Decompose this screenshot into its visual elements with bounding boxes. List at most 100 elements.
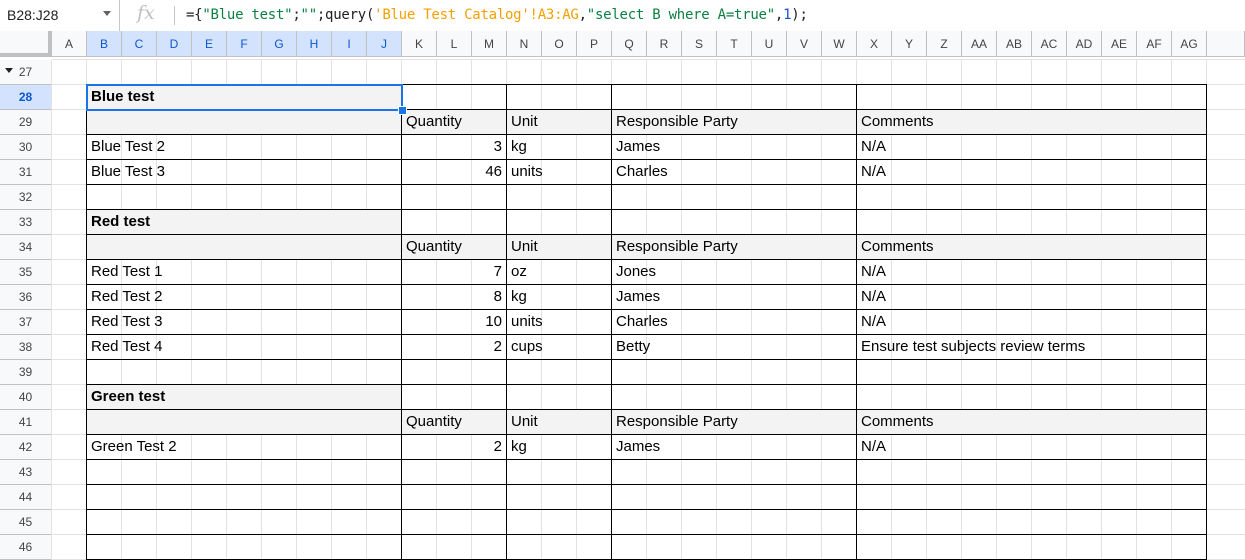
column-header-ad[interactable]: AD bbox=[1067, 31, 1102, 57]
row-header-39[interactable]: 39 bbox=[0, 360, 52, 385]
comments-cell[interactable]: N/A bbox=[856, 159, 1207, 185]
column-label-quantity[interactable]: Quantity bbox=[401, 109, 507, 135]
table-cell[interactable] bbox=[86, 459, 402, 485]
column-header-v[interactable]: V bbox=[787, 31, 822, 57]
table-cell[interactable] bbox=[611, 459, 857, 485]
item-name-cell[interactable]: Red Test 1 bbox=[86, 259, 402, 285]
column-label-quantity[interactable]: Quantity bbox=[401, 234, 507, 260]
table-cell[interactable] bbox=[856, 359, 1207, 385]
table-cell[interactable] bbox=[856, 209, 1207, 235]
collapse-caret-icon[interactable] bbox=[5, 68, 13, 73]
table-cell[interactable] bbox=[611, 359, 857, 385]
quantity-cell[interactable]: 3 bbox=[401, 134, 507, 160]
quantity-cell[interactable]: 7 bbox=[401, 259, 507, 285]
column-header-d[interactable]: D bbox=[157, 31, 192, 57]
table-cell[interactable] bbox=[611, 534, 857, 560]
table-cell[interactable] bbox=[611, 84, 857, 110]
column-header-l[interactable]: L bbox=[437, 31, 472, 57]
column-header-j[interactable]: J bbox=[367, 31, 402, 57]
row-header-44[interactable]: 44 bbox=[0, 485, 52, 510]
table-cell[interactable] bbox=[506, 209, 612, 235]
table-cell[interactable] bbox=[856, 509, 1207, 535]
table-cell[interactable] bbox=[611, 209, 857, 235]
column-header-h[interactable]: H bbox=[297, 31, 332, 57]
row-header-43[interactable]: 43 bbox=[0, 460, 52, 485]
column-header-c[interactable]: C bbox=[122, 31, 157, 57]
table-cell[interactable] bbox=[401, 184, 507, 210]
column-label-unit[interactable]: Unit bbox=[506, 409, 612, 435]
unit-cell[interactable]: oz bbox=[506, 259, 612, 285]
responsible-party-cell[interactable]: Charles bbox=[611, 309, 857, 335]
row-header-30[interactable]: 30 bbox=[0, 135, 52, 160]
name-box[interactable]: B28:J28 bbox=[0, 0, 120, 31]
column-label-quantity[interactable]: Quantity bbox=[401, 409, 507, 435]
table-cell[interactable] bbox=[401, 384, 507, 410]
row-header-41[interactable]: 41 bbox=[0, 410, 52, 435]
quantity-cell[interactable]: 46 bbox=[401, 159, 507, 185]
column-header-i[interactable]: I bbox=[332, 31, 367, 57]
row-header-45[interactable]: 45 bbox=[0, 510, 52, 535]
item-name-cell[interactable]: Blue Test 3 bbox=[86, 159, 402, 185]
column-label-responsible-party[interactable]: Responsible Party bbox=[611, 234, 857, 260]
table-cell[interactable] bbox=[401, 359, 507, 385]
comments-cell[interactable]: N/A bbox=[856, 434, 1207, 460]
comments-cell[interactable]: N/A bbox=[856, 284, 1207, 310]
table-cell[interactable] bbox=[86, 184, 402, 210]
responsible-party-cell[interactable]: Jones bbox=[611, 259, 857, 285]
table-cell[interactable] bbox=[86, 234, 402, 260]
column-header-ae[interactable]: AE bbox=[1102, 31, 1137, 57]
column-label-unit[interactable]: Unit bbox=[506, 109, 612, 135]
table-cell[interactable] bbox=[506, 509, 612, 535]
responsible-party-cell[interactable]: James bbox=[611, 434, 857, 460]
column-header-ab[interactable]: AB bbox=[997, 31, 1032, 57]
unit-cell[interactable]: units bbox=[506, 159, 612, 185]
table-cell[interactable] bbox=[86, 109, 402, 135]
chevron-down-icon[interactable] bbox=[103, 11, 111, 16]
row-header-33[interactable]: 33 bbox=[0, 210, 52, 235]
fill-handle[interactable] bbox=[398, 106, 407, 115]
item-name-cell[interactable]: Red Test 4 bbox=[86, 334, 402, 360]
row-header-31[interactable]: 31 bbox=[0, 160, 52, 185]
column-header-s[interactable]: S bbox=[682, 31, 717, 57]
table-cell[interactable] bbox=[401, 84, 507, 110]
section-title-cell[interactable]: Blue test bbox=[86, 84, 402, 110]
table-cell[interactable] bbox=[401, 459, 507, 485]
column-label-unit[interactable]: Unit bbox=[506, 234, 612, 260]
column-header-u[interactable]: U bbox=[752, 31, 787, 57]
row-header-42[interactable]: 42 bbox=[0, 435, 52, 460]
column-header-p[interactable]: P bbox=[577, 31, 612, 57]
table-cell[interactable] bbox=[506, 534, 612, 560]
row-header-35[interactable]: 35 bbox=[0, 260, 52, 285]
table-cell[interactable] bbox=[86, 484, 402, 510]
column-header-k[interactable]: K bbox=[402, 31, 437, 57]
column-label-responsible-party[interactable]: Responsible Party bbox=[611, 109, 857, 135]
item-name-cell[interactable]: Red Test 3 bbox=[86, 309, 402, 335]
row-header-32[interactable]: 32 bbox=[0, 185, 52, 210]
quantity-cell[interactable]: 2 bbox=[401, 434, 507, 460]
responsible-party-cell[interactable]: James bbox=[611, 134, 857, 160]
column-header-aa[interactable]: AA bbox=[962, 31, 997, 57]
column-header-f[interactable]: F bbox=[227, 31, 262, 57]
responsible-party-cell[interactable]: Betty bbox=[611, 334, 857, 360]
item-name-cell[interactable]: Red Test 2 bbox=[86, 284, 402, 310]
table-cell[interactable] bbox=[506, 384, 612, 410]
table-cell[interactable] bbox=[401, 209, 507, 235]
table-cell[interactable] bbox=[506, 184, 612, 210]
table-cell[interactable] bbox=[611, 509, 857, 535]
table-cell[interactable] bbox=[86, 359, 402, 385]
table-cell[interactable] bbox=[611, 484, 857, 510]
table-cell[interactable] bbox=[856, 384, 1207, 410]
column-label-comments[interactable]: Comments bbox=[856, 409, 1207, 435]
column-header-n[interactable]: N bbox=[507, 31, 542, 57]
responsible-party-cell[interactable]: James bbox=[611, 284, 857, 310]
column-header-af[interactable]: AF bbox=[1137, 31, 1172, 57]
table-cell[interactable] bbox=[506, 459, 612, 485]
table-cell[interactable] bbox=[86, 509, 402, 535]
table-cell[interactable] bbox=[401, 509, 507, 535]
column-header-ag[interactable]: AG bbox=[1172, 31, 1207, 57]
column-header-y[interactable]: Y bbox=[892, 31, 927, 57]
column-header-o[interactable]: O bbox=[542, 31, 577, 57]
table-cell[interactable] bbox=[611, 184, 857, 210]
column-label-responsible-party[interactable]: Responsible Party bbox=[611, 409, 857, 435]
comments-cell[interactable]: N/A bbox=[856, 259, 1207, 285]
